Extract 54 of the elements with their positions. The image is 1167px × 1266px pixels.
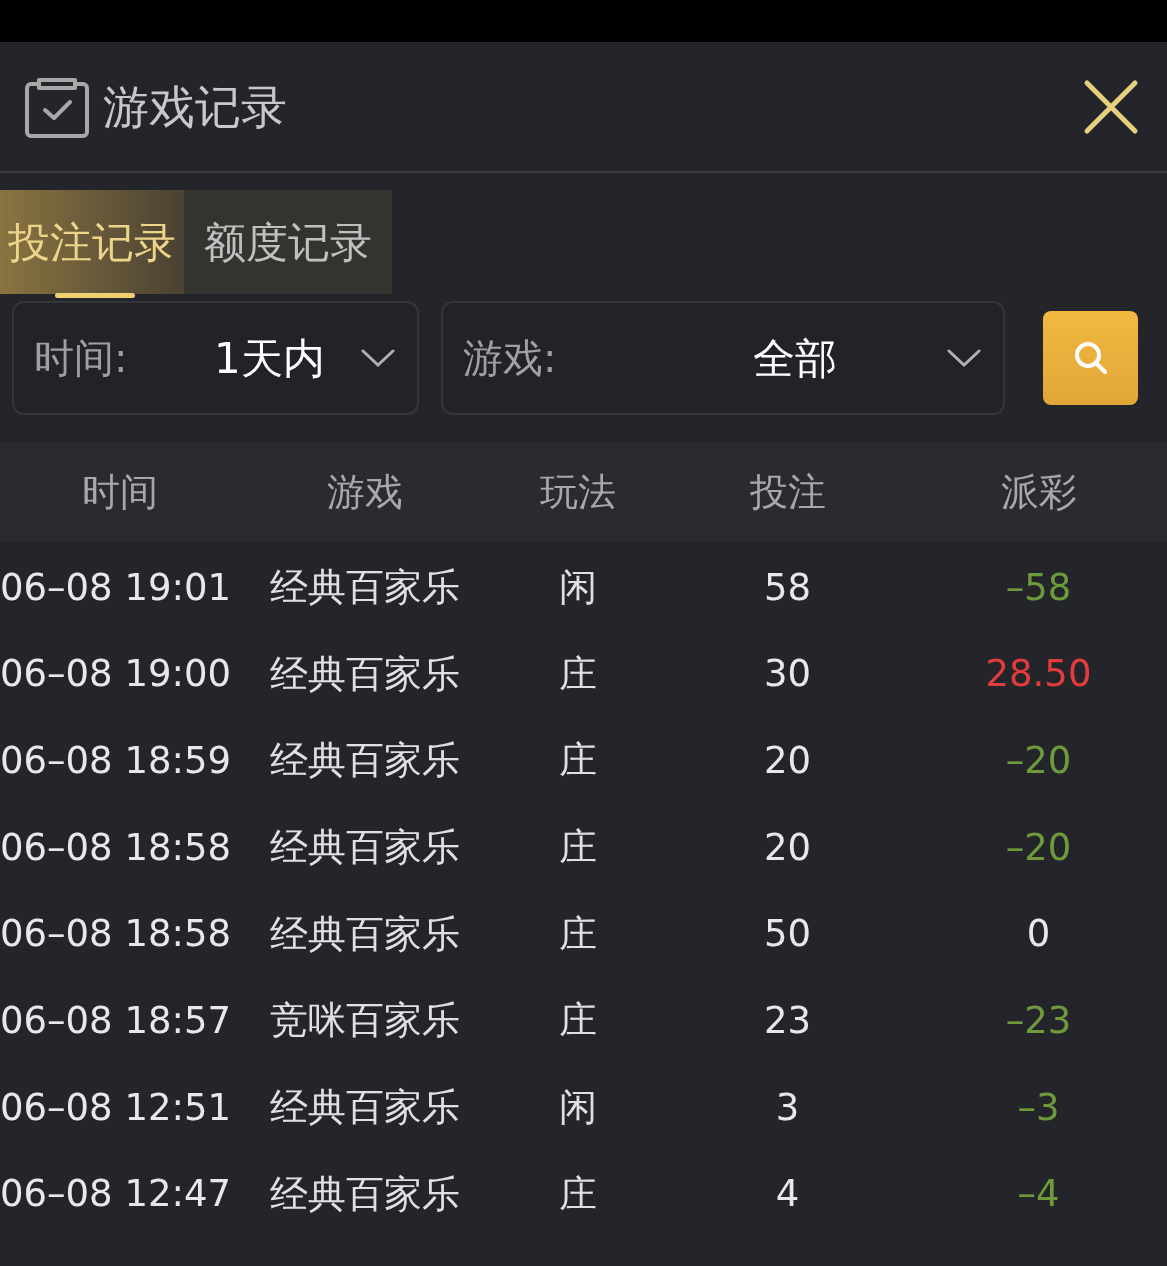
table-cell: 经典百家乐	[270, 564, 460, 609]
table-cell: 28.50	[985, 652, 1092, 696]
table-cell: 竞咪百家乐	[270, 998, 460, 1043]
table-cell: 经典百家乐	[270, 824, 460, 869]
table-cell: 庄	[558, 824, 597, 869]
table-cell: –23	[1005, 999, 1072, 1043]
tab[interactable]: 额度记录	[184, 190, 392, 294]
table-cell: –58	[1005, 565, 1072, 609]
table-cell: 06–08 18:57	[0, 999, 232, 1043]
table-cell: 经典百家乐	[270, 1171, 460, 1216]
table-cell: 06–08 19:00	[0, 652, 232, 696]
chevron-down-icon	[947, 349, 981, 367]
table-cell: 闲	[558, 1084, 597, 1129]
table-cell: –3	[1017, 1085, 1060, 1129]
table-cell: 经典百家乐	[270, 911, 460, 956]
table-cell: –4	[1017, 1172, 1060, 1216]
table-cell: 庄	[558, 1171, 597, 1216]
table-cell: 经典百家乐	[270, 738, 460, 783]
table-cell: 06–08 18:59	[0, 738, 232, 782]
game-dropdown[interactable]: 游戏: 全部	[441, 301, 1005, 415]
table-cell: 06–08 12:47	[0, 1172, 232, 1216]
table-cell: 3	[775, 1085, 800, 1129]
column-header: 玩法	[539, 469, 616, 514]
table-cell: 20	[763, 738, 812, 782]
chevron-down-icon	[361, 349, 395, 367]
table-cell: 06–08 12:51	[0, 1085, 232, 1129]
table-cell: 30	[763, 652, 812, 696]
table-cell: 闲	[558, 564, 597, 609]
table-cell: –20	[1005, 738, 1072, 782]
table-cell: 50	[763, 912, 812, 956]
search-icon	[1072, 340, 1109, 376]
table-cell: 06–08 18:58	[0, 825, 232, 869]
column-header: 投注	[749, 469, 826, 514]
column-header: 派彩	[1000, 469, 1077, 514]
table-cell: 庄	[558, 998, 597, 1043]
table-cell: 庄	[558, 738, 597, 783]
column-header: 游戏	[327, 469, 403, 514]
window-title: 游戏记录	[103, 83, 287, 130]
table-cell: 23	[763, 999, 812, 1043]
table-cell: 经典百家乐	[270, 651, 460, 696]
column-header: 时间	[82, 469, 158, 514]
table-cell: 58	[763, 565, 812, 609]
table-cell: 庄	[558, 651, 597, 696]
table-cell: –20	[1005, 825, 1072, 869]
clipboard-check-icon	[25, 75, 89, 138]
table-cell: 0	[1026, 912, 1051, 956]
table-cell: 20	[763, 825, 812, 869]
table-cell: 庄	[558, 911, 597, 956]
close-button[interactable]	[1083, 78, 1139, 135]
table-cell: 经典百家乐	[270, 1084, 460, 1129]
table-cell: 06–08 18:58	[0, 912, 232, 956]
table-cell: 06–08 19:01	[0, 565, 232, 609]
time-dropdown[interactable]: 时间: 1天内	[12, 301, 419, 415]
table-cell: 4	[775, 1172, 800, 1216]
